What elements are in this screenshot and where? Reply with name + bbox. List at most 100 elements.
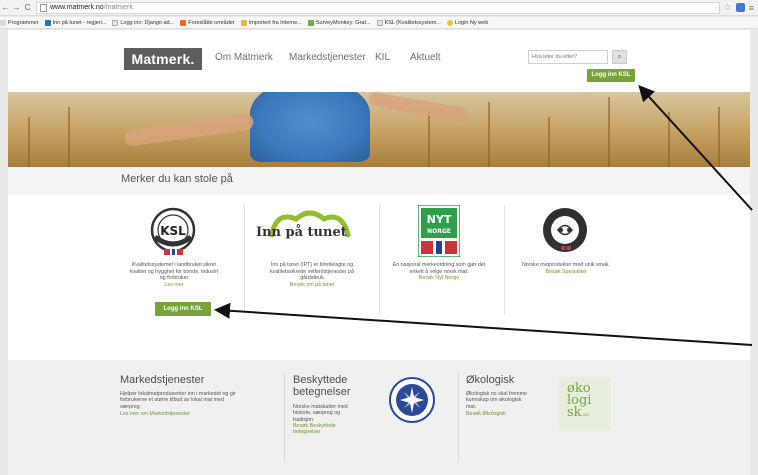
bookmark-item[interactable]: Programmer [0, 19, 39, 26]
logo-line: sk [567, 405, 582, 420]
okologisk-title[interactable]: Økologisk [466, 374, 514, 386]
menu-icon[interactable]: ≡ [749, 3, 754, 13]
section-title: Merker du kan stole på [121, 173, 233, 185]
desc-line: Kvalitetssystemet i landbruket sikrer [131, 262, 217, 268]
url-path: /matmerk [103, 4, 133, 11]
nyt-norge-logo-icon: NYT NORGE [418, 205, 460, 257]
site-header: Matmerk. Om Matmerk Markedstjenester KIL… [8, 30, 750, 92]
spesialitet-logo-icon [543, 208, 587, 252]
svg-text:NORGE: NORGE [427, 228, 451, 235]
divider [284, 372, 285, 462]
okologisk-link[interactable]: Besøk Økologisk [466, 411, 506, 417]
brand-inn-pa-tunet[interactable]: Inn på tunet Inn på tunet (IPT) er tilre… [252, 195, 372, 330]
bookmark-star-icon[interactable]: ☆ [724, 2, 732, 13]
brand-ksl-description: Kvalitetssystemet i landbruket sikrer kv… [118, 262, 230, 288]
bookmark-label: Importert fra Interne... [248, 19, 302, 26]
nav-aktuelt[interactable]: Aktuelt [410, 52, 441, 63]
body-line: særpreg [120, 403, 140, 410]
brand-ipt-link[interactable]: Besøk Inn på tunet [252, 282, 372, 289]
nav-kil[interactable]: KIL [375, 52, 390, 63]
site-icon [307, 19, 314, 26]
site-icon [446, 19, 453, 26]
link-line: betegnelser [293, 429, 321, 436]
body-line: historie, særpreg og [293, 410, 341, 417]
bookmark-item[interactable]: Inn på tunet - regjeri... [44, 19, 107, 26]
bookmark-item[interactable]: KSL (Kvalitetssystem... [376, 19, 441, 26]
markedstjenester-title[interactable]: Markedstjenester [120, 374, 204, 386]
login-ksl-button[interactable]: Logg inn KSL [587, 69, 635, 82]
brand-nyt-norge[interactable]: NYT NORGE En nasjonal merkeordning som g… [381, 195, 497, 330]
back-icon[interactable]: ← [0, 3, 11, 12]
bookmark-item[interactable]: Logg inn: Django ad... [112, 19, 175, 26]
beskyttede-body: Norske matskatter med historie, særpreg … [293, 404, 348, 423]
bookmark-item[interactable]: Login Ny web [446, 19, 489, 26]
site-icon [44, 19, 51, 26]
okologisk-body: Økologisk no skal fremme kunnskap om øko… [466, 391, 527, 410]
site-logo[interactable]: Matmerk. [124, 48, 202, 70]
okologisk-logo[interactable]: øko logi sk.no [559, 377, 611, 431]
section-band: Merker du kan stole på [8, 167, 750, 195]
geografisk-beskyttet-seal-icon [389, 377, 435, 423]
body-line: kunnskap om økologisk [466, 397, 522, 404]
search-button[interactable]: ⌕ [612, 50, 627, 64]
extension-icon[interactable] [735, 3, 745, 12]
desc-line: Norske matprodukter med unik smak. [521, 262, 611, 268]
search-input[interactable] [528, 50, 608, 64]
bookmark-item[interactable]: Importert fra Interne... [240, 19, 302, 26]
brand-spesialitet[interactable]: Norske matprodukter med unik smak. Besøk… [506, 195, 626, 330]
title-line: betegnelser [293, 386, 351, 398]
divider [504, 205, 505, 315]
desc-line: En nasjonal merkeordning som gjør det [392, 262, 486, 268]
url-input[interactable]: www.matmerk.no/matmerk [36, 1, 720, 14]
brand-spesialitet-description: Norske matprodukter med unik smak. Besøk… [506, 262, 626, 275]
bookmark-label: Logg inn: Django ad... [120, 19, 175, 26]
brand-spesialitet-link[interactable]: Besøk Spesialitet [506, 269, 626, 276]
markedstjenester-link[interactable]: Les mer om Markedstjenester [120, 411, 190, 417]
bookmark-label: Login Ny web [454, 19, 489, 26]
body-line: mat. [466, 403, 477, 410]
bookmark-label: SurveyMonkey: Grat... [315, 19, 371, 26]
reload-icon[interactable]: C [22, 3, 33, 12]
inn-pa-tunet-wordmark: Inn på tunet [256, 225, 347, 240]
title-line: Beskyttede [293, 374, 348, 386]
brand-row: KSL Kvalitetssystemet i landbruket sikre… [8, 195, 750, 330]
svg-text:KSL: KSL [160, 224, 186, 238]
nav-markedstjenester[interactable]: Markedstjenester [289, 52, 366, 63]
login-ksl-button-2[interactable]: Logg inn KSL [155, 302, 211, 316]
bookmark-item[interactable]: SurveyMonkey: Grat... [307, 19, 371, 26]
divider [379, 205, 380, 315]
forward-icon[interactable]: → [11, 3, 22, 12]
logo-suffix: .no [581, 412, 590, 418]
bookmark-item[interactable]: Foreslåtte områder [180, 19, 235, 26]
divider [458, 372, 459, 462]
apps-icon [0, 19, 6, 26]
brand-ipt-description: Inn på tunet (IPT) er tilrettelagte og k… [252, 262, 372, 288]
beskyttede-title[interactable]: Beskyttede betegnelser [293, 374, 351, 398]
page-icon [112, 19, 119, 26]
search-icon: ⌕ [617, 52, 622, 61]
markedstjenester-body: Hjelper lokalmatprodusenter inn i marked… [120, 391, 236, 410]
brand-ksl-link[interactable]: Les mer [118, 282, 230, 289]
website: Matmerk. Om Matmerk Markedstjenester KIL… [8, 30, 750, 475]
site-icon [180, 19, 187, 26]
body-line: tradisjon [293, 416, 314, 423]
hero-image [8, 92, 750, 167]
nav-om-matmerk[interactable]: Om Matmerk [215, 52, 273, 63]
page-icon [376, 19, 383, 26]
beskyttede-link[interactable]: Besøk Beskyttede betegnelser [293, 423, 336, 436]
bookmarks-bar: Programmer Inn på tunet - regjeri... Log… [0, 17, 758, 29]
page-icon [40, 3, 47, 12]
brand-nyt-norge-description: En nasjonal merkeordning som gjør det en… [381, 262, 497, 282]
bookmark-label: KSL (Kvalitetssystem... [384, 19, 441, 26]
brand-nyt-norge-link[interactable]: Besøk Nyt Norge [381, 275, 497, 282]
url-host: www.matmerk.no [50, 4, 104, 11]
bookmark-label: Programmer [8, 19, 39, 26]
browser-address-bar: ← → C www.matmerk.no/matmerk ☆ ≡ [0, 0, 758, 16]
folder-icon [240, 19, 247, 26]
bottom-section: Markedstjenester Hjelper lokalmatproduse… [8, 360, 750, 475]
svg-text:NYT: NYT [427, 213, 452, 226]
bookmark-label: Inn på tunet - regjeri... [52, 19, 107, 26]
ksl-logo-icon: KSL [150, 207, 196, 255]
body-line: forbrukerne et større tilbud av lokal ma… [120, 397, 224, 404]
divider [244, 205, 245, 315]
